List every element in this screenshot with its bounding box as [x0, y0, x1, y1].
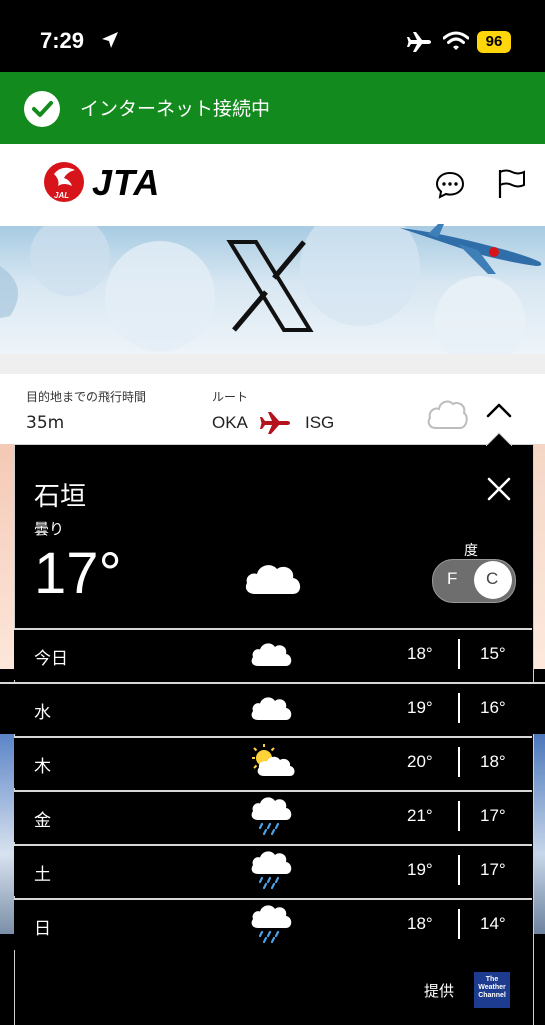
- forecast-row: 金 21° 17°: [14, 790, 532, 842]
- rain-icon: [251, 905, 292, 944]
- forecast-low: 15°: [480, 644, 506, 663]
- forecast-high: 18°: [407, 914, 433, 933]
- brand-name: JTA: [92, 162, 161, 203]
- forecast-day: 今日: [34, 649, 68, 669]
- section-divider: [0, 354, 545, 374]
- forecast-high: 20°: [407, 752, 433, 771]
- weather-channel-logo-line: The: [485, 976, 499, 983]
- forecast-row: 日 18° 14°: [14, 898, 532, 950]
- forecast-low: 16°: [480, 698, 506, 717]
- forecast-low: 18°: [480, 752, 506, 771]
- divider: [458, 639, 460, 669]
- rain-icon: [251, 851, 292, 890]
- forecast-day: 水: [34, 703, 51, 723]
- chat-bubble-icon[interactable]: [434, 170, 466, 200]
- weather-cloud-icon[interactable]: [424, 394, 470, 434]
- weather-city: 石垣: [34, 482, 87, 512]
- divider: [458, 693, 460, 723]
- partly-sunny-icon: [252, 744, 295, 776]
- forecast-low: 14°: [480, 914, 506, 933]
- provider-label: 提供: [424, 982, 455, 1000]
- divider: [458, 909, 460, 939]
- rain-icon: [251, 797, 292, 836]
- cloud-icon: [251, 643, 292, 666]
- background-strip: [0, 444, 14, 669]
- status-time: 7:29: [40, 28, 85, 53]
- cloud-icon: [251, 697, 292, 720]
- flight-duration-label: 目的地までの飛行時間: [26, 390, 147, 404]
- forecast-low: 17°: [480, 860, 506, 879]
- divider: [458, 801, 460, 831]
- x-logo: [226, 240, 314, 332]
- divider: [458, 855, 460, 885]
- unit-celsius[interactable]: C: [486, 569, 498, 589]
- chevron-up-icon[interactable]: [484, 400, 514, 420]
- forecast-row: 土 19° 17°: [14, 844, 532, 896]
- forecast-day: 日: [34, 919, 51, 939]
- weather-channel-logo-line: Channel: [478, 992, 506, 999]
- cloud-icon: [245, 565, 301, 594]
- weather-channel-logo-line: Weather: [478, 984, 506, 991]
- weather-condition: 曇り: [34, 520, 65, 538]
- route-origin: OKA: [212, 413, 248, 432]
- connection-status-text: インターネット接続中: [80, 98, 271, 120]
- forecast-low: 17°: [480, 806, 506, 825]
- forecast-day: 金: [34, 811, 51, 831]
- current-temperature: 17°: [34, 541, 122, 606]
- weather-channel-logo[interactable]: The Weather Channel: [474, 972, 510, 1008]
- jal-logo-text: JAL: [54, 191, 69, 200]
- background-strip: [0, 734, 14, 934]
- forecast-row: 今日 18° 15°: [14, 628, 532, 680]
- flight-duration-value: 35m: [26, 413, 65, 433]
- forecast-high: 19°: [407, 860, 433, 879]
- jal-crane-logo[interactable]: JAL: [42, 160, 86, 204]
- unit-label: 度: [464, 543, 478, 559]
- divider: [458, 747, 460, 777]
- route-label: ルート: [212, 390, 249, 404]
- forecast-row: 水 19° 16°: [0, 682, 545, 734]
- battery-indicator: 96: [477, 31, 511, 53]
- route-airplane-icon: [260, 412, 290, 434]
- check-circle-icon: [24, 91, 60, 127]
- popover-pointer: [486, 432, 512, 446]
- location-arrow-icon: [102, 32, 118, 48]
- close-icon[interactable]: [486, 476, 512, 502]
- airplane-illustration: [400, 224, 542, 274]
- forecast-high: 19°: [407, 698, 433, 717]
- flag-icon[interactable]: [496, 168, 526, 200]
- forecast-high: 18°: [407, 644, 433, 663]
- forecast-day: 木: [34, 757, 51, 777]
- wifi-icon: [443, 31, 469, 50]
- unit-fahrenheit[interactable]: F: [447, 569, 457, 589]
- forecast-row: 木 20° 18°: [14, 736, 532, 788]
- airplane-mode-icon: [407, 32, 431, 52]
- forecast-day: 土: [34, 865, 51, 885]
- route-destination: ISG: [305, 413, 335, 432]
- forecast-high: 21°: [407, 806, 433, 825]
